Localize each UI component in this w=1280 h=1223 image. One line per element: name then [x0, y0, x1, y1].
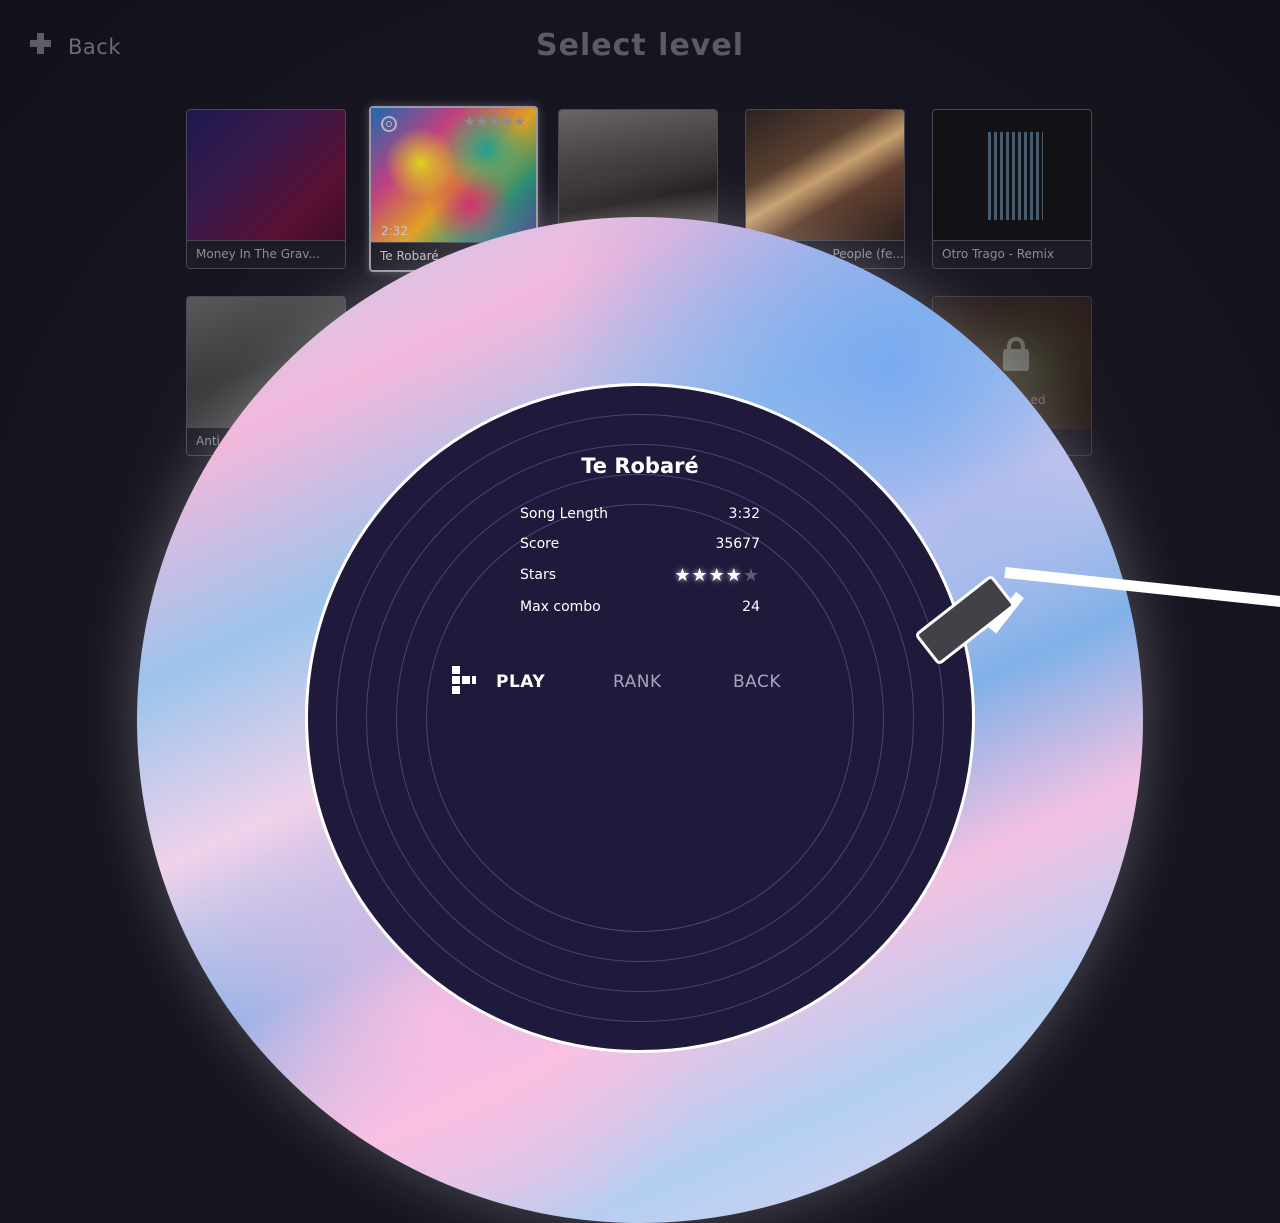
rating-stars: ★★★★★ [463, 114, 526, 130]
stat-value: 3:32 [728, 506, 760, 522]
song-title: Te Robaré [581, 454, 699, 478]
stars-rating: ★★★★★ [674, 567, 760, 585]
stat-value: 35677 [715, 536, 760, 552]
back-menu-button[interactable]: BACK [733, 672, 781, 692]
disc-icon [381, 116, 397, 132]
stat-row-score: Score 35677 [520, 536, 760, 552]
level-name: Otro Trago - Remix [933, 240, 1091, 268]
star-empty-icon: ★ [742, 565, 760, 586]
level-name: Money In The Grav... [187, 240, 345, 268]
level-art [746, 110, 904, 242]
rank-button[interactable]: RANK [613, 672, 662, 692]
stat-row-combo: Max combo 24 [520, 599, 760, 615]
level-art [933, 110, 1091, 242]
stat-label: Stars [520, 567, 557, 583]
stat-label: Score [520, 536, 560, 552]
star-filled-icon: ★★★★ [674, 565, 743, 586]
level-card[interactable]: Otro Trago - Remix [932, 109, 1092, 269]
stat-value: 24 [742, 599, 760, 615]
lock-shackle [1007, 337, 1025, 355]
record-label [305, 383, 975, 1053]
level-duration: 2:32 [381, 224, 408, 238]
level-card[interactable]: Money In The Grav... [186, 109, 346, 269]
stat-label: Song Length [520, 506, 608, 522]
level-art [187, 110, 345, 242]
stat-row-length: Song Length 3:32 [520, 506, 760, 522]
stat-label: Max combo [520, 599, 601, 615]
dpad-icon [452, 666, 476, 698]
play-button[interactable]: PLAY [496, 672, 545, 692]
page-title: Select level [536, 28, 744, 63]
stat-row-stars: Stars ★★★★★ [520, 567, 760, 585]
